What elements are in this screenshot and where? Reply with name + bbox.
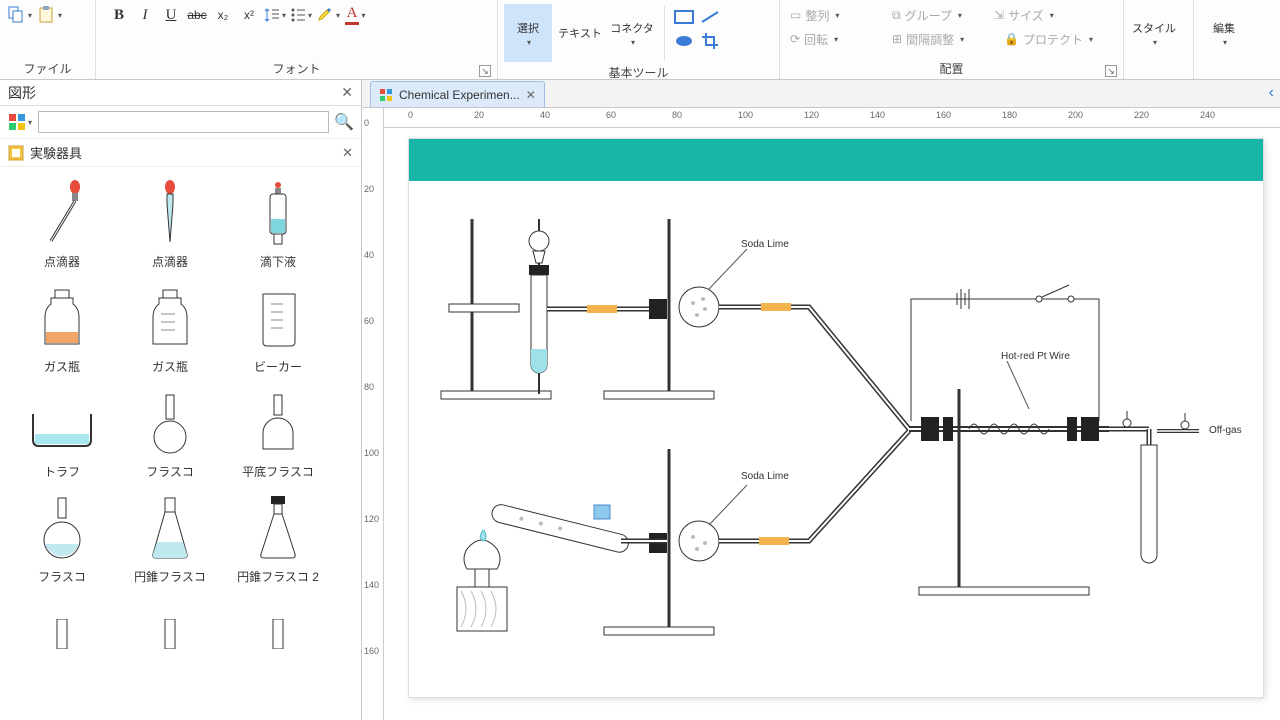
document-icon	[379, 88, 393, 102]
label-soda-lime-2: Soda Lime	[741, 471, 789, 482]
shape-flask-2[interactable]: フラスコ	[8, 488, 116, 593]
drawing-sheet[interactable]: Soda Lime Soda Lime Hot-red Pt Wire Off-…	[408, 138, 1264, 698]
shape-category-title: 実験器具	[30, 143, 82, 162]
rect-shape-button[interactable]	[673, 6, 695, 28]
shapes-panel: 図形 ✕ 🔍 実験器具 ✕ 点滴器 点滴器	[0, 80, 362, 720]
edit-button[interactable]: 編集	[1200, 4, 1248, 62]
shape-partial-2[interactable]	[116, 593, 224, 679]
shape-category-header[interactable]: 実験器具 ✕	[0, 139, 361, 167]
search-icon[interactable]: 🔍	[333, 111, 355, 133]
font-dialog-launcher[interactable]: ↘	[479, 65, 491, 77]
shape-gas-bottle-2[interactable]: ガス瓶	[116, 278, 224, 383]
shapes-search-input[interactable]	[38, 111, 329, 133]
vertical-ruler: 020406080100120140160	[362, 108, 384, 720]
ribbon-group-arrange: ▭整列 ⧉グループ ⇲サイズ ⟳回転 ⊞間隔調整 🔒プロテクト 配置 ↘	[780, 0, 1124, 79]
highlight-button[interactable]	[316, 4, 340, 26]
horizontal-ruler: 020406080100120140160180200220240	[384, 108, 1280, 128]
ribbon-group-edit: 編集	[1194, 0, 1264, 79]
shape-beaker[interactable]: ビーカー	[224, 278, 332, 383]
align-button[interactable]: ▭整列	[790, 4, 880, 26]
label-soda-lime-1: Soda Lime	[741, 239, 789, 250]
line-spacing-button[interactable]	[264, 4, 286, 26]
line-shape-button[interactable]	[699, 6, 721, 28]
underline-button[interactable]: U	[160, 4, 182, 26]
spacing-icon: ⊞	[892, 32, 902, 46]
shapes-panel-header: 図形 ✕	[0, 80, 361, 106]
document-tab[interactable]: Chemical Experimen... ✕	[370, 81, 545, 107]
label-pt-wire: Hot-red Pt Wire	[1001, 351, 1070, 362]
size-button[interactable]: ⇲サイズ	[994, 4, 1084, 26]
document-tab-title: Chemical Experimen...	[399, 88, 520, 102]
canvas[interactable]: Soda Lime Soda Lime Hot-red Pt Wire Off-…	[384, 128, 1280, 720]
italic-button[interactable]: I	[134, 4, 156, 26]
bullets-button[interactable]	[290, 4, 312, 26]
sheet-banner	[409, 139, 1263, 181]
text-tool-button[interactable]: テキスト	[556, 4, 604, 62]
shape-flask-1[interactable]: フラスコ	[116, 383, 224, 488]
paste-button[interactable]	[36, 4, 62, 26]
subscript-button[interactable]: x₂	[212, 4, 234, 26]
shape-dropper-1[interactable]: 点滴器	[8, 173, 116, 278]
main-area: 図形 ✕ 🔍 実験器具 ✕ 点滴器 点滴器	[0, 80, 1280, 720]
shape-partial-1[interactable]	[8, 593, 116, 679]
select-tool-button[interactable]: 選択	[504, 4, 552, 62]
connector-tool-button[interactable]: コネクタ	[608, 4, 656, 62]
shapes-search-row: 🔍	[0, 106, 361, 139]
shape-gas-bottle-1[interactable]: ガス瓶	[8, 278, 116, 383]
ribbon-group-file: ファイル	[0, 0, 96, 79]
ribbon-label-file: ファイル	[6, 58, 89, 79]
size-icon: ⇲	[994, 8, 1004, 22]
ribbon-group-style: スタイル	[1124, 0, 1194, 79]
shape-grid[interactable]: 点滴器 点滴器 滴下液 ガス瓶 ガス瓶	[0, 167, 361, 720]
protect-button[interactable]: 🔒プロテクト	[1004, 28, 1104, 50]
shape-dropper-2[interactable]: 点滴器	[116, 173, 224, 278]
shape-conical-flask-2[interactable]: 円錐フラスコ 2	[224, 488, 332, 593]
work-area: Chemical Experimen... ✕ ‹ 02040608010012…	[362, 80, 1280, 720]
shape-trough[interactable]: トラフ	[8, 383, 116, 488]
ribbon-group-font: B I U abc x₂ x² A フォント ↘	[96, 0, 498, 79]
rotate-icon: ⟳	[790, 32, 800, 46]
strike-button[interactable]: abc	[186, 4, 208, 26]
font-color-button[interactable]: A	[344, 4, 366, 26]
shape-flat-flask[interactable]: 平底フラスコ	[224, 383, 332, 488]
collapse-panel-icon[interactable]: ‹	[1269, 84, 1274, 102]
document-tab-close[interactable]: ✕	[526, 88, 536, 102]
align-icon: ▭	[790, 8, 801, 22]
ribbon-group-tools: 選択 テキスト コネクタ 基本ツール	[498, 0, 780, 79]
group-icon: ⧉	[892, 8, 901, 23]
ribbon-toolbar: ファイル B I U abc x₂ x² A フォント ↘	[0, 0, 1280, 80]
canvas-wrap: 020406080100120140160 020406080100120140…	[362, 108, 1280, 720]
shape-drip-liquid[interactable]: 滴下液	[224, 173, 332, 278]
ellipse-shape-button[interactable]	[673, 30, 695, 52]
shape-category-close[interactable]: ✕	[342, 145, 353, 161]
shapes-panel-close[interactable]: ✕	[341, 84, 353, 101]
shapes-panel-title: 図形	[8, 83, 36, 103]
arrange-dialog-launcher[interactable]: ↘	[1105, 65, 1117, 77]
ribbon-label-arrange: 配置 ↘	[786, 58, 1117, 79]
document-tab-bar: Chemical Experimen... ✕ ‹	[362, 80, 1280, 108]
category-icon	[8, 145, 24, 161]
bold-button[interactable]: B	[108, 4, 130, 26]
group-button[interactable]: ⧉グループ	[892, 4, 982, 26]
label-off-gas: Off-gas	[1209, 425, 1242, 436]
chemistry-diagram: Soda Lime Soda Lime Hot-red Pt Wire Off-…	[409, 189, 1263, 697]
spacing-button[interactable]: ⊞間隔調整	[892, 28, 992, 50]
lock-icon: 🔒	[1004, 32, 1019, 46]
ribbon-label-font: フォント ↘	[102, 58, 491, 79]
copy-button[interactable]	[6, 4, 32, 26]
shape-conical-flask-1[interactable]: 円錐フラスコ	[116, 488, 224, 593]
shape-palette-button[interactable]	[6, 110, 34, 134]
rotate-button[interactable]: ⟳回転	[790, 28, 880, 50]
shape-partial-3[interactable]	[224, 593, 332, 679]
superscript-button[interactable]: x²	[238, 4, 260, 26]
crop-button[interactable]	[699, 30, 721, 52]
style-button[interactable]: スタイル	[1130, 4, 1178, 62]
